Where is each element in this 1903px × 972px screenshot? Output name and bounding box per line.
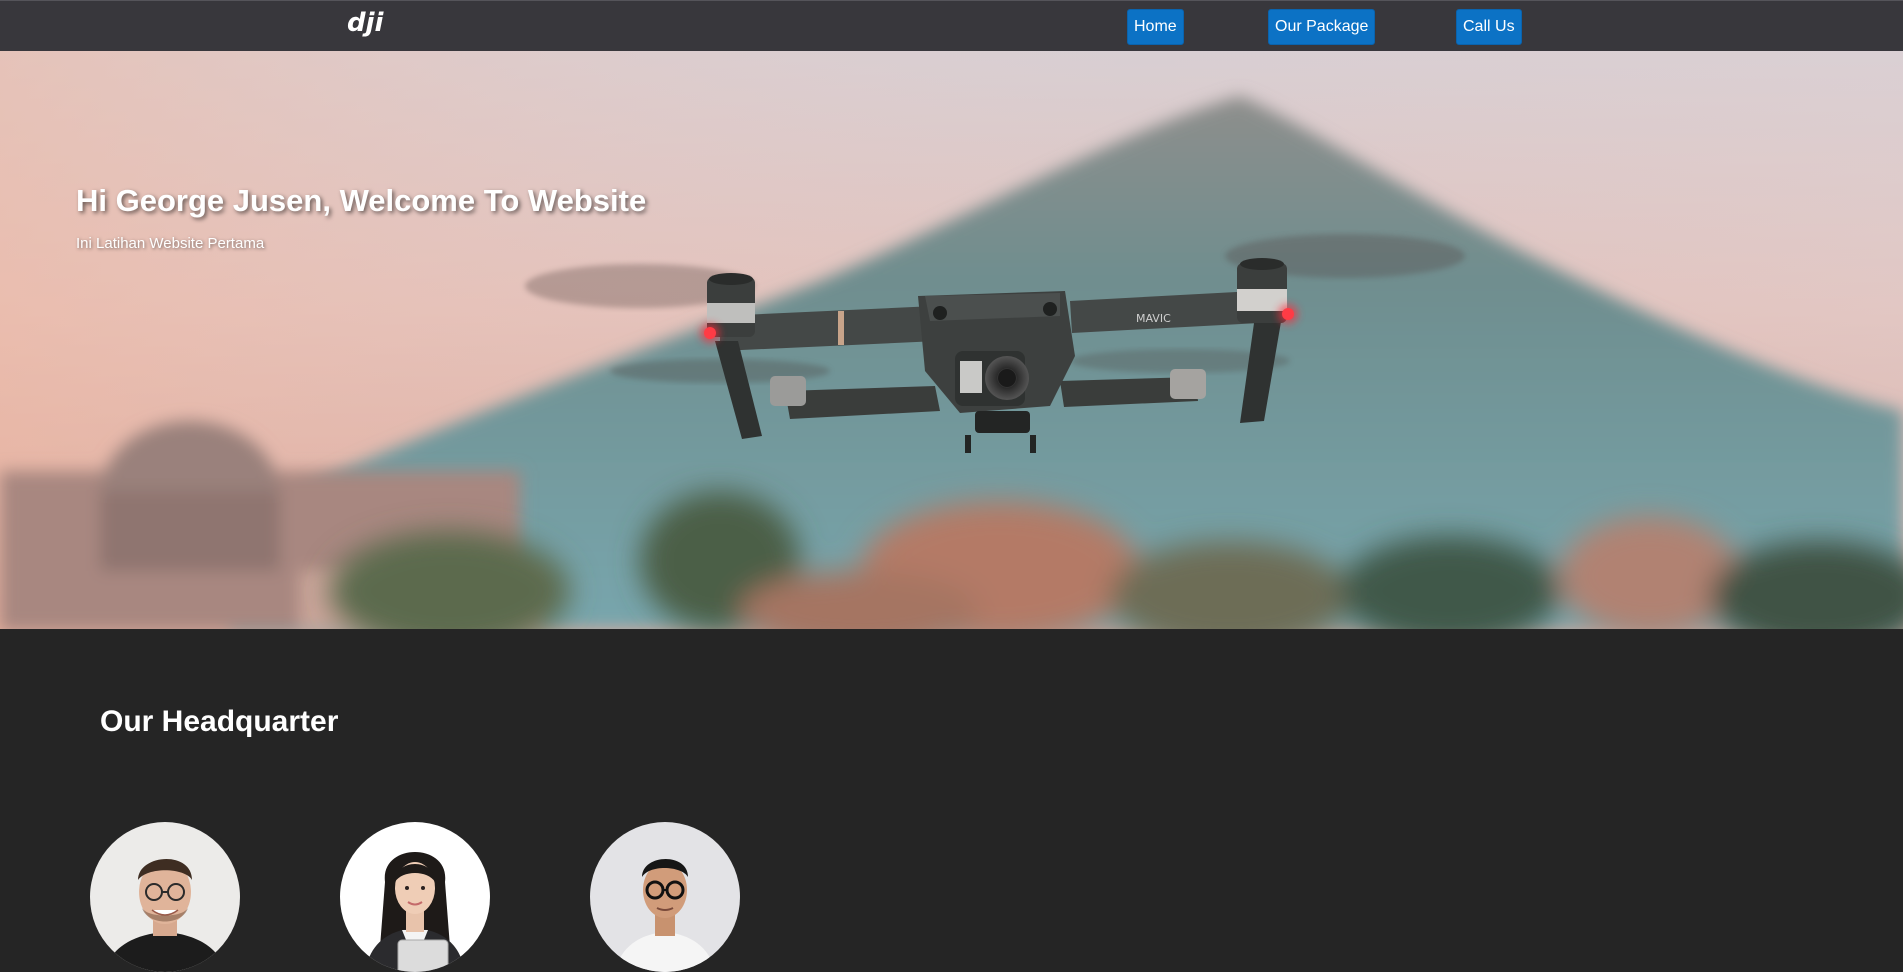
person-avatar-icon bbox=[340, 822, 490, 972]
team-member-avatar-3 bbox=[590, 822, 740, 972]
person-avatar-icon bbox=[90, 822, 240, 972]
person-avatar-icon bbox=[590, 822, 740, 972]
headquarter-title: Our Headquarter bbox=[100, 705, 339, 738]
hero-subtitle: Ini Latihan Website Pertama bbox=[76, 235, 265, 252]
team-member-avatar-2 bbox=[340, 822, 490, 972]
hero-title: Hi George Jusen, Welcome To Website bbox=[76, 183, 647, 218]
hero-banner: MAVIC Hi George Jusen, Welcome To Websit… bbox=[0, 51, 1903, 629]
logo-text: dji bbox=[347, 8, 385, 37]
nav-call-us-button[interactable]: Call Us bbox=[1456, 9, 1522, 45]
dji-logo[interactable]: dji bbox=[345, 7, 395, 37]
drone-label: MAVIC bbox=[1136, 312, 1171, 325]
navbar: dji Home Our Package Call Us bbox=[0, 0, 1903, 51]
team-member-avatar-1 bbox=[90, 822, 240, 972]
hero-background-image: MAVIC bbox=[0, 51, 1903, 629]
nav-home-button[interactable]: Home bbox=[1127, 9, 1184, 45]
nav-our-package-button[interactable]: Our Package bbox=[1268, 9, 1376, 45]
